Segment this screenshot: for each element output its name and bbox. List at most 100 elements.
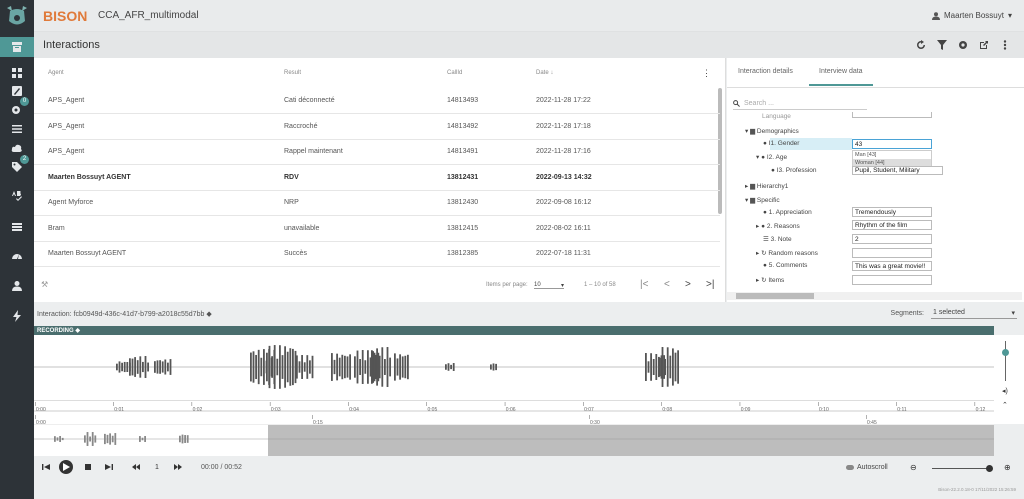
tree-item-reasons[interactable]: ▸ ● 2. Reasons: [756, 222, 800, 230]
tree-item-comments[interactable]: ● 5. Comments: [763, 262, 807, 269]
tool-icon[interactable]: ⚒: [41, 280, 48, 289]
items-per-page-select[interactable]: 10 ▾: [534, 282, 564, 289]
table-row[interactable]: Maarten Bossuyt AGENT Succès 13812385 2022-…: [34, 241, 720, 267]
tree-item-gender[interactable]: ● I1. Gender: [763, 140, 799, 147]
user-menu[interactable]: Maarten Bossuyt ▾: [931, 11, 1012, 20]
waveform-bar: [184, 435, 186, 443]
stop-button[interactable]: [84, 463, 92, 473]
sidebar-item-user[interactable]: [0, 276, 34, 296]
sidebar-item-settings[interactable]: 0: [0, 97, 34, 119]
first-page-button[interactable]: |<: [640, 279, 648, 290]
table-row-selected[interactable]: Maarten Bossuyt AGENT RDV 13812431 2022-09-…: [34, 165, 720, 191]
tree-item-items[interactable]: ▸ ↻ Items: [756, 276, 784, 284]
items-field[interactable]: [852, 275, 932, 285]
sidebar-item-tags[interactable]: 2: [0, 155, 34, 177]
cell-date: 2022-11-28 17:18: [536, 123, 591, 130]
more-vertical-icon[interactable]: [1000, 40, 1010, 50]
zoom-thumb[interactable]: [986, 465, 993, 472]
sidebar-item-cloud-upload[interactable]: [0, 138, 34, 158]
tick-mark: [191, 402, 193, 406]
table-row[interactable]: Agent Myforce NRP 13812430 2022-09-08 16:12: [34, 190, 720, 216]
column-header-date[interactable]: Date ↓: [536, 70, 553, 76]
tree-item-appreciation[interactable]: ● 1. Appreciation: [763, 209, 812, 216]
sidebar-item-dashboard[interactable]: [0, 63, 34, 83]
refresh-icon[interactable]: [916, 40, 926, 50]
details-horizontal-scrollbar[interactable]: [727, 292, 1022, 300]
waveform-bar: [94, 435, 97, 443]
playback-speed[interactable]: 1: [155, 464, 159, 471]
sidebar-item-speed[interactable]: [0, 246, 34, 266]
reasons-field[interactable]: Rhythm of the film: [852, 220, 932, 230]
sidebar-item-bolt[interactable]: [0, 306, 34, 326]
zoom-out-icon[interactable]: ⊖: [910, 463, 917, 472]
waveform-bar: [338, 357, 341, 377]
gear-icon[interactable]: [958, 40, 968, 50]
filter-icon[interactable]: [937, 40, 947, 50]
last-page-button[interactable]: >|: [706, 279, 714, 290]
search-input[interactable]: Search ...: [733, 98, 867, 110]
tree-item-demographics[interactable]: ▾ ▆ Demographics: [745, 127, 799, 135]
language-field[interactable]: [852, 112, 932, 118]
external-link-icon[interactable]: [979, 40, 989, 50]
autoscroll-toggle[interactable]: Autoscroll: [846, 464, 888, 471]
tree-item-specific[interactable]: ▾ ▆ Specific: [745, 196, 780, 204]
gender-field[interactable]: 43: [852, 139, 932, 149]
settings-badge: 0: [20, 97, 29, 106]
skip-start-button[interactable]: [42, 463, 50, 473]
table-row[interactable]: Bram unavailable 13812415 2022-08-02 16:11: [34, 216, 720, 242]
profession-label: I3. Profession: [776, 167, 817, 174]
sidebar-item-interactions[interactable]: [0, 37, 34, 57]
sidebar-item-menu[interactable]: [0, 217, 34, 237]
dropdown-option[interactable]: Man [43]: [853, 151, 931, 159]
grid-icon: [12, 68, 22, 78]
sidebar-item-edit[interactable]: [0, 81, 34, 101]
tree-item-profession[interactable]: ● I3. Profession: [771, 167, 817, 174]
tree-item-note[interactable]: ☰ 3. Note: [763, 235, 792, 243]
random-reasons-field[interactable]: [852, 248, 932, 258]
note-field[interactable]: 2: [852, 234, 932, 244]
fast-forward-button[interactable]: [174, 463, 182, 473]
next-page-button[interactable]: >: [685, 279, 691, 290]
tags-icon[interactable]: ◆: [206, 311, 211, 318]
column-header-callid[interactable]: CallId: [447, 70, 462, 76]
play-button[interactable]: [59, 460, 73, 474]
profession-field[interactable]: Pupil, Student, Military: [852, 166, 943, 175]
zoom-slider[interactable]: [932, 468, 992, 469]
table-menu-icon[interactable]: ⋮: [702, 68, 711, 79]
sidebar-item-spellcheck[interactable]: [0, 186, 34, 206]
skip-end-button[interactable]: [105, 463, 113, 473]
volume-track[interactable]: [1005, 341, 1006, 381]
table-row[interactable]: APS_Agent Cati déconnecté 14813493 2022-11-…: [34, 88, 720, 114]
table-row[interactable]: APS_Agent Raccroché 14813492 2022-11-28 17:…: [34, 114, 720, 140]
appreciation-field[interactable]: Tremendously: [852, 207, 932, 217]
rewind-button[interactable]: [132, 463, 140, 473]
tab-interview-data[interactable]: Interview data: [809, 68, 873, 86]
cell-result: NRP: [284, 199, 299, 206]
table-row[interactable]: APS_Agent Rappel maintenant 14813491 2022-1…: [34, 139, 720, 165]
tab-interaction-details[interactable]: Interaction details: [738, 68, 793, 75]
scrollbar-thumb[interactable]: [736, 293, 814, 299]
recording-text: RECORDING: [37, 328, 74, 334]
tree-item-language[interactable]: Language: [762, 113, 791, 120]
timeline-ruler[interactable]: 0:00 0:01 0:02 0:03 0:04 0:05 0:06 0:07 0:08 0:09…: [34, 400, 994, 426]
waveform[interactable]: [34, 335, 994, 400]
volume-icon[interactable]: ◂): [1002, 387, 1008, 395]
comments-field[interactable]: This was a great movie!!: [852, 261, 932, 271]
waveform-overview[interactable]: [34, 424, 994, 457]
sidebar-item-list[interactable]: [0, 119, 34, 139]
search-placeholder: Search ...: [744, 100, 774, 107]
tree-item-age[interactable]: ▾ ● I2. Age: [756, 153, 787, 161]
tree-item-random-reasons[interactable]: ▸ ↻ Random reasons: [756, 249, 818, 257]
zoom-in-icon[interactable]: ⊕: [1004, 463, 1011, 472]
volume-thumb[interactable]: [1002, 349, 1009, 356]
column-header-agent[interactable]: Agent: [48, 70, 64, 76]
waveform-bar: [306, 355, 309, 379]
column-header-result[interactable]: Result: [284, 70, 301, 76]
circle-dot-icon: ●: [763, 209, 767, 216]
segments-select[interactable]: 1 selected ▾: [931, 308, 1017, 319]
prev-page-button[interactable]: <: [664, 279, 670, 290]
chevron-up-icon[interactable]: ⌃: [1002, 401, 1008, 409]
waveform-bar: [661, 347, 664, 387]
tree-item-hierarchy[interactable]: ▸ ▆ Hierarchy1: [745, 182, 788, 190]
specific-label: Specific: [756, 197, 780, 204]
